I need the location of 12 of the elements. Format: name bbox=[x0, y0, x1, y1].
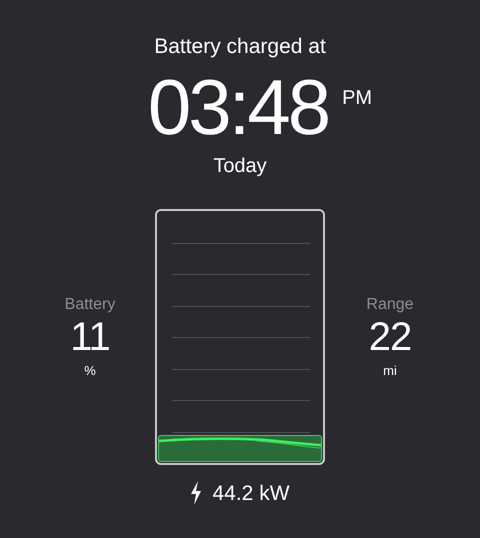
charged-title: Battery charged at bbox=[154, 34, 326, 60]
charge-time: 03:48 bbox=[148, 68, 328, 146]
stat-unit: mi bbox=[383, 363, 397, 380]
charge-day: Today bbox=[213, 154, 267, 180]
stat-value: 11 bbox=[70, 317, 110, 358]
stat-label: Battery bbox=[64, 295, 116, 316]
stat-label: Range bbox=[366, 295, 414, 316]
lightning-icon bbox=[190, 481, 202, 506]
power-reading: 44.2 kW bbox=[212, 482, 290, 504]
stat-unit: % bbox=[84, 363, 96, 380]
stat-value: 22 bbox=[368, 317, 412, 358]
time-period: PM bbox=[342, 88, 372, 108]
